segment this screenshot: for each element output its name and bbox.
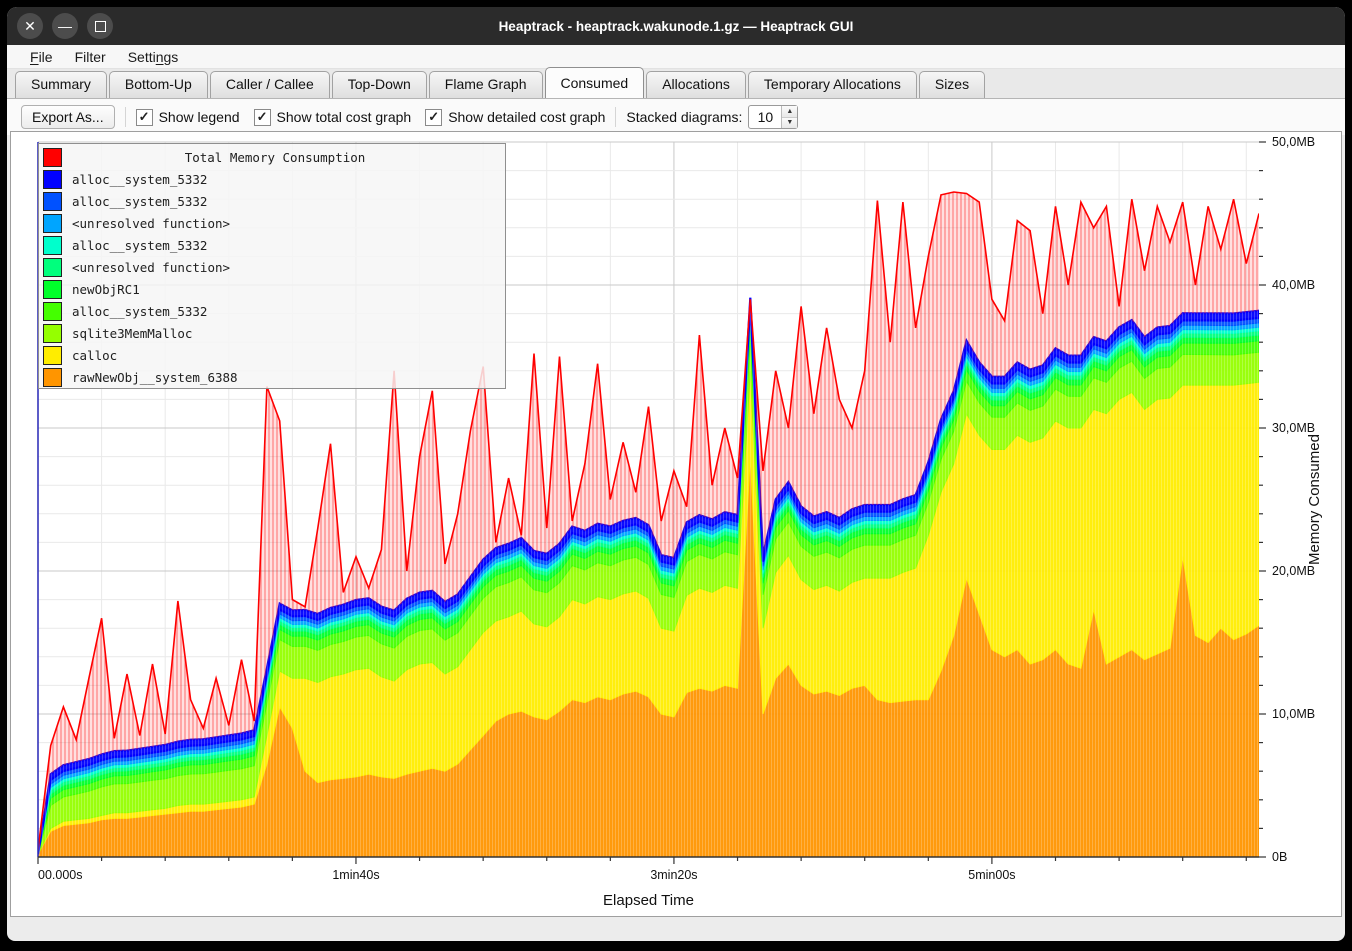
y-tick-label: 50,0MB <box>1272 135 1315 149</box>
stacked-diagrams-value: 10 <box>749 106 781 128</box>
x-tick-label: 5min00s <box>968 868 1015 882</box>
chart-legend: Total Memory Consumption alloc__system_53… <box>38 143 506 389</box>
stacked-diagrams-label: Stacked diagrams: <box>626 109 742 125</box>
y-tick-label: 30,0MB <box>1272 421 1315 435</box>
legend-swatch-icon <box>43 170 62 189</box>
checkbox-show-detailed-cost-graph[interactable]: ✓ Show detailed cost graph <box>425 109 605 126</box>
checkmark-icon: ✓ <box>425 109 442 126</box>
menu-bar: FileFilterSettings <box>7 45 1345 69</box>
menu-file[interactable]: File <box>21 48 62 66</box>
menu-filter[interactable]: Filter <box>66 48 115 66</box>
menu-settings[interactable]: Settings <box>119 48 188 66</box>
legend-label: alloc__system_5332 <box>72 304 207 319</box>
legend-swatch-icon <box>43 302 62 321</box>
y-tick-label: 10,0MB <box>1272 707 1315 721</box>
legend-label: calloc <box>72 348 117 363</box>
tab-bar: SummaryBottom-UpCaller / CalleeTop-DownF… <box>7 69 1345 98</box>
toolbar: Export As... ✓ Show legend ✓ Show total cos… <box>7 98 1345 135</box>
legend-item: rawNewObj__system_6388 <box>39 366 505 388</box>
tab-temporary-allocations[interactable]: Temporary Allocations <box>748 71 917 98</box>
window-controls: ✕— <box>17 13 113 39</box>
legend-label: alloc__system_5332 <box>72 238 207 253</box>
legend-item: newObjRC1 <box>39 278 505 300</box>
tab-bottom-up[interactable]: Bottom-Up <box>109 71 208 98</box>
legend-label: alloc__system_5332 <box>72 172 207 187</box>
consumed-chart-panel: 00.000s 1min40s 3min20s 5min00s 0B 10,0MB 20,0… <box>10 131 1342 917</box>
legend-item: <unresolved function> <box>39 256 505 278</box>
x-axis-title: Elapsed Time <box>603 892 694 909</box>
y-axis-title: Memory Consumed <box>1306 434 1323 565</box>
minimize-button[interactable]: — <box>52 13 78 39</box>
y-tick-label: 0B <box>1272 850 1287 864</box>
legend-swatch-icon <box>43 280 62 299</box>
heaptrack-window: ✕— Heaptrack - heaptrack.wakunode.1.gz —… <box>7 7 1345 941</box>
spin-up-icon[interactable]: ▲ <box>782 106 797 118</box>
close-button[interactable]: ✕ <box>17 13 43 39</box>
legend-item: <unresolved function> <box>39 212 505 234</box>
y-tick-label: 20,0MB <box>1272 564 1315 578</box>
tab-sizes[interactable]: Sizes <box>919 71 985 98</box>
legend-item: sqlite3MemMalloc <box>39 322 505 344</box>
tab-allocations[interactable]: Allocations <box>646 71 746 98</box>
tab-top-down[interactable]: Top-Down <box>332 71 427 98</box>
legend-item: alloc__system_5332 <box>39 190 505 212</box>
legend-swatch-icon <box>43 148 62 167</box>
tab-consumed[interactable]: Consumed <box>545 67 645 98</box>
x-tick-label: 1min40s <box>332 868 379 882</box>
x-tick-label: 3min20s <box>650 868 697 882</box>
checkbox-show-legend[interactable]: ✓ Show legend <box>136 109 240 126</box>
legend-label: alloc__system_5332 <box>72 194 207 209</box>
legend-swatch-icon <box>43 368 62 387</box>
title-bar: ✕— Heaptrack - heaptrack.wakunode.1.gz —… <box>7 7 1345 45</box>
toolbar-checkboxes: ✓ Show legend ✓ Show total cost graph ✓ Show … <box>136 109 606 126</box>
toolbar-separator <box>615 107 616 127</box>
legend-swatch-icon <box>43 258 62 277</box>
legend-swatch-icon <box>43 214 62 233</box>
legend-swatch-icon <box>43 236 62 255</box>
window-title: Heaptrack - heaptrack.wakunode.1.gz — He… <box>7 19 1345 34</box>
legend-label: newObjRC1 <box>72 282 140 297</box>
x-tick-label: 00.000s <box>38 868 82 882</box>
tab-summary[interactable]: Summary <box>15 71 107 98</box>
spin-down-icon[interactable]: ▼ <box>782 118 797 129</box>
legend-swatch-icon <box>43 346 62 365</box>
legend-title-row: Total Memory Consumption <box>39 146 505 168</box>
tab-flame-graph[interactable]: Flame Graph <box>429 71 543 98</box>
checkbox-label: Show detailed cost graph <box>448 109 605 125</box>
checkmark-icon: ✓ <box>254 109 271 126</box>
legend-item: alloc__system_5332 <box>39 234 505 256</box>
maximize-button[interactable] <box>87 13 113 39</box>
toolbar-separator <box>125 107 126 127</box>
checkbox-show-total-cost-graph[interactable]: ✓ Show total cost graph <box>254 109 412 126</box>
export-as-button[interactable]: Export As... <box>21 105 115 129</box>
checkbox-label: Show legend <box>159 109 240 125</box>
legend-item: alloc__system_5332 <box>39 300 505 322</box>
legend-swatch-icon <box>43 324 62 343</box>
legend-item: alloc__system_5332 <box>39 168 505 190</box>
checkmark-icon: ✓ <box>136 109 153 126</box>
legend-swatch-icon <box>43 192 62 211</box>
legend-label: sqlite3MemMalloc <box>72 326 192 341</box>
stacked-diagrams-spinbox[interactable]: 10 ▲ ▼ <box>748 105 798 129</box>
legend-item: calloc <box>39 344 505 366</box>
legend-label: rawNewObj__system_6388 <box>72 370 238 385</box>
tab-caller-callee[interactable]: Caller / Callee <box>210 71 330 98</box>
maximize-icon <box>95 21 106 32</box>
y-tick-label: 40,0MB <box>1272 278 1315 292</box>
legend-label: <unresolved function> <box>72 216 230 231</box>
legend-label: <unresolved function> <box>72 260 230 275</box>
legend-title: Total Memory Consumption <box>72 150 478 165</box>
checkbox-label: Show total cost graph <box>277 109 412 125</box>
